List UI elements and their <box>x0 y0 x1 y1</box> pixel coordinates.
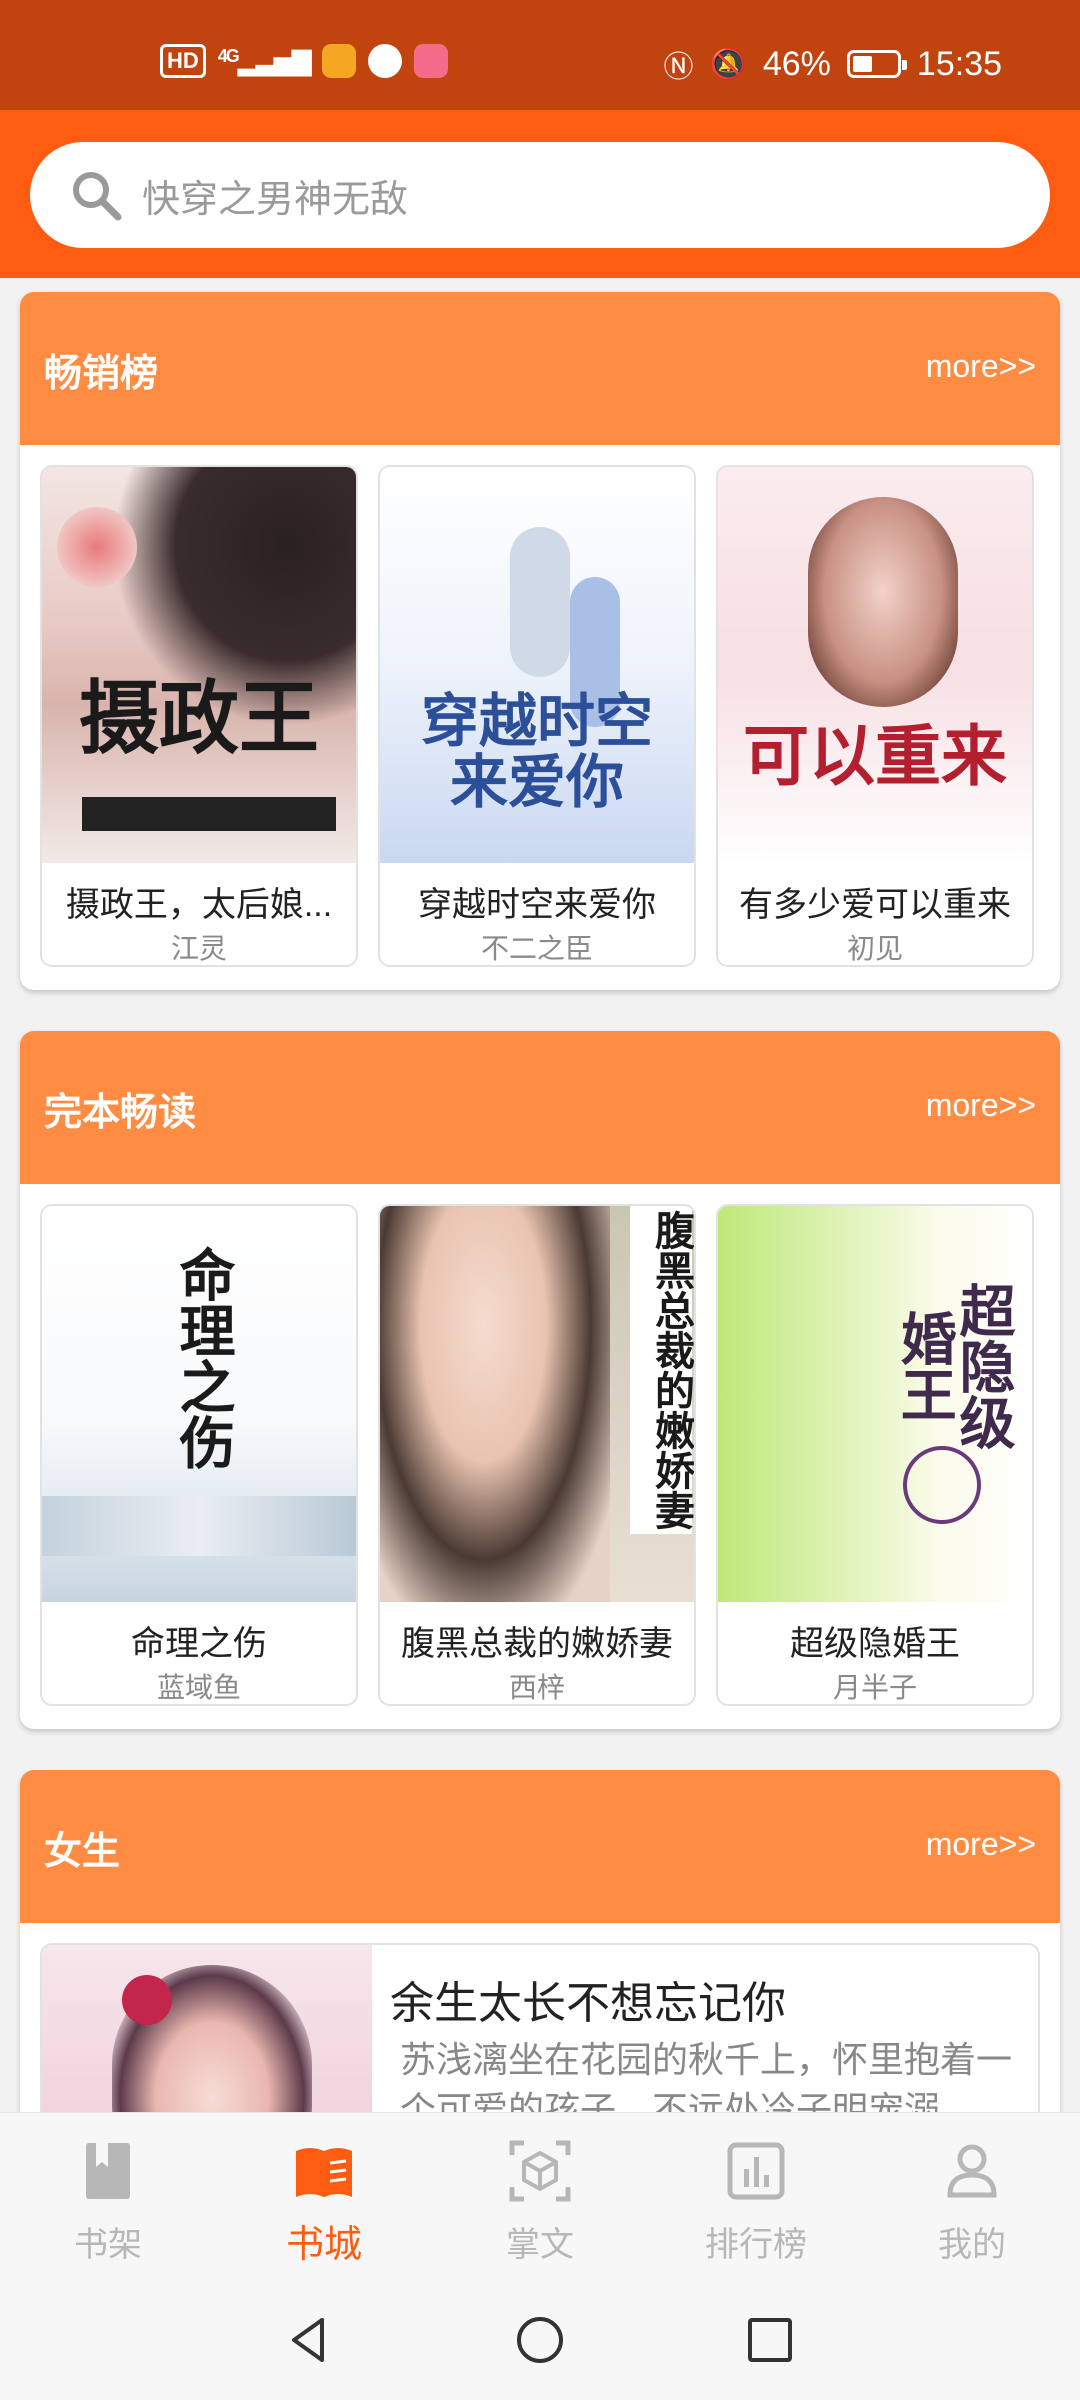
cover-text: 腹黑总裁的嫩娇妻 <box>630 1206 693 1534</box>
book-card[interactable]: 可以重来 有多少爱可以重来 初见 <box>716 465 1034 967</box>
user-icon <box>947 2144 997 2198</box>
search-header: 快穿之男神无敌 <box>0 110 1080 278</box>
system-nav-bar <box>0 2280 1080 2400</box>
search-icon <box>73 172 122 221</box>
section-title: 完本畅读 <box>44 1092 197 1134</box>
section-title: 畅销榜 <box>44 353 159 395</box>
home-icon[interactable] <box>510 2310 570 2370</box>
book-title: 穿越时空来爱你 <box>418 886 656 924</box>
hd-indicator: HD <box>160 44 206 78</box>
nav-bookstore[interactable]: 书城 <box>216 2113 432 2281</box>
section-completed: 完本畅读 more>> 命理之伤 命理之伤 蓝域鱼 腹黑总裁的嫩娇妻 腹黑总裁的… <box>20 1031 1060 1729</box>
cube-scan-icon <box>509 2140 571 2202</box>
search-placeholder: 快穿之男神无敌 <box>142 178 409 221</box>
book-card[interactable]: 腹黑总裁的嫩娇妻 腹黑总裁的嫩娇妻 西梓 <box>378 1204 696 1706</box>
book-cover: 可以重来 <box>718 467 1032 863</box>
book-author: 初见 <box>846 933 903 964</box>
book-card[interactable]: 命理之伤 命理之伤 蓝域鱼 <box>40 1204 358 1706</box>
nav-label: 排行榜 <box>705 2226 807 2264</box>
book-author: 月半子 <box>832 1672 917 1703</box>
book-title: 有多少爱可以重来 <box>739 886 1011 924</box>
battery-percent: 46% <box>762 44 831 83</box>
book-card[interactable]: 摄政王 摄政王，太后娘... 江灵 <box>40 465 358 967</box>
book-title: 命理之伤 <box>131 1625 267 1663</box>
cover-text: 摄政王 <box>79 674 319 763</box>
status-time: 15:35 <box>916 44 1002 83</box>
more-link[interactable]: more>> <box>926 1087 1036 1124</box>
book-title: 摄政王，太后娘... <box>65 886 333 924</box>
nav-label: 书架 <box>74 2226 142 2264</box>
book-title: 超级隐婚王 <box>790 1625 960 1663</box>
section-title: 女生 <box>44 1831 121 1873</box>
more-link[interactable]: more>> <box>926 1826 1036 1863</box>
nav-zhangwen[interactable]: 掌文 <box>432 2113 648 2281</box>
nav-profile[interactable]: 我的 <box>864 2113 1080 2281</box>
bar-chart-icon <box>727 2142 785 2200</box>
book-cover: 腹黑总裁的嫩娇妻 <box>380 1206 694 1602</box>
book-open-icon <box>296 2148 352 2197</box>
book-card[interactable]: 穿越时空来爱你 穿越时空来爱你 不二之臣 <box>378 465 696 967</box>
status-right-icons: Ⓝ 🔕 46% 15:35 <box>663 42 1002 86</box>
recents-icon[interactable] <box>740 2310 800 2370</box>
book-cover: 超隐级婚王 <box>718 1206 1032 1602</box>
signal-icon: 4G▂▃▅▇ <box>217 45 312 76</box>
status-left-icons: HD 4G▂▃▅▇ <box>160 44 448 78</box>
nav-label: 我的 <box>938 2226 1006 2264</box>
status-bar: HD 4G▂▃▅▇ Ⓝ 🔕 46% 15:35 <box>0 0 1080 110</box>
search-input[interactable]: 快穿之男神无敌 <box>30 142 1050 248</box>
back-icon[interactable] <box>280 2310 340 2370</box>
app-notification-icon <box>413 44 448 78</box>
book-author: 西梓 <box>508 1672 565 1703</box>
book-cover: 摄政王 <box>42 467 356 863</box>
battery-icon <box>846 50 907 78</box>
app-notification-icon <box>321 44 356 78</box>
bookmark-icon <box>86 2143 130 2199</box>
nav-label: 书城 <box>285 2224 362 2266</box>
nav-label: 掌文 <box>506 2226 574 2264</box>
book-card[interactable]: 超隐级婚王 超级隐婚王 月半子 <box>716 1204 1034 1706</box>
app-notification-icon <box>367 44 402 78</box>
book-author: 蓝域鱼 <box>156 1672 241 1703</box>
cover-text: 可以重来 <box>743 719 1007 793</box>
book-cover: 穿越时空来爱你 <box>380 467 694 863</box>
section-header: 畅销榜 more>> <box>20 292 1060 445</box>
more-link[interactable]: more>> <box>926 348 1036 385</box>
cover-text: 命理之伤 <box>172 1246 235 1470</box>
cover-text: 穿越时空来爱你 <box>420 689 653 815</box>
book-cover: 命理之伤 <box>42 1206 356 1602</box>
nav-bookshelf[interactable]: 书架 <box>0 2113 216 2281</box>
section-bestsellers: 畅销榜 more>> 摄政王 摄政王，太后娘... 江灵 穿越时空来爱你 穿越时… <box>20 292 1060 990</box>
section-header: 完本畅读 more>> <box>20 1031 1060 1184</box>
book-title: 腹黑总裁的嫩娇妻 <box>401 1625 673 1663</box>
book-author: 不二之臣 <box>480 933 593 964</box>
bottom-nav: 书架 书城 掌文 排行榜 我的 <box>0 2112 1080 2281</box>
nfc-icon: Ⓝ <box>663 51 694 84</box>
book-author: 江灵 <box>170 933 227 964</box>
cover-text: 超隐级婚王 <box>893 1282 1015 1450</box>
bell-off-icon: 🔕 <box>709 47 747 81</box>
section-header: 女生 more>> <box>20 1770 1060 1923</box>
featured-book-title: 余生太长不想忘记你 <box>390 1979 786 2028</box>
nav-ranking[interactable]: 排行榜 <box>648 2113 864 2281</box>
